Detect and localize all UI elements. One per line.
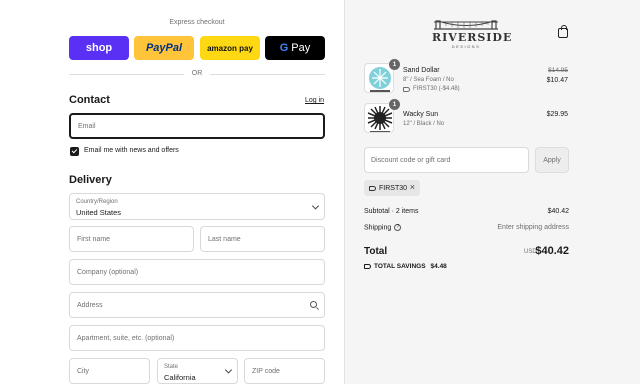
product-name: Sand Dollar bbox=[403, 67, 440, 74]
total-label: Total bbox=[364, 246, 388, 257]
remove-discount-icon[interactable]: × bbox=[410, 182, 415, 192]
company-field[interactable]: Company (optional) bbox=[69, 259, 325, 285]
email-placeholder: Email bbox=[78, 123, 96, 130]
shopping-bag-icon[interactable] bbox=[558, 25, 568, 38]
chevron-down-icon bbox=[311, 201, 320, 210]
newsletter-checkbox[interactable] bbox=[70, 147, 79, 156]
chevron-down-icon bbox=[224, 366, 233, 374]
discount-chip: FIRST30 × bbox=[364, 180, 420, 196]
city-field[interactable]: City bbox=[69, 358, 150, 384]
zip-placeholder: ZIP code bbox=[252, 368, 280, 375]
state-select[interactable]: State California bbox=[157, 358, 238, 384]
product-name: Wacky Sun bbox=[403, 111, 439, 118]
total-value: $40.42 bbox=[535, 245, 569, 257]
discount-code-input[interactable]: Discount code or gift card bbox=[364, 147, 529, 173]
bridge-logo-icon bbox=[434, 20, 498, 30]
tag-icon bbox=[403, 86, 410, 92]
login-link[interactable]: Log in bbox=[305, 97, 324, 104]
product-price: $10.47 bbox=[546, 77, 568, 84]
contact-heading: Contact bbox=[69, 94, 110, 106]
shop-pay-button[interactable]: shop bbox=[69, 36, 129, 60]
delivery-heading: Delivery bbox=[69, 174, 112, 186]
search-icon bbox=[310, 301, 317, 308]
total-savings: TOTAL SAVINGS $4.48 bbox=[364, 263, 447, 270]
tag-icon bbox=[369, 185, 376, 191]
product-discount-text: FIRST30 (-$4.48) bbox=[413, 86, 460, 92]
product-variant: 12" / Black / No bbox=[403, 121, 445, 127]
riverside-designs-logo[interactable]: RIVERSIDE DESIGNS bbox=[432, 18, 513, 49]
address-field[interactable]: Address bbox=[69, 292, 325, 318]
discount-code-label: FIRST30 bbox=[379, 184, 408, 192]
savings-label: TOTAL SAVINGS bbox=[374, 263, 426, 270]
checkout-form-panel: Express checkout shop PayPal amazon pay … bbox=[0, 0, 344, 384]
product-price: $29.95 bbox=[546, 111, 568, 118]
city-placeholder: City bbox=[77, 368, 90, 375]
paypal-button[interactable]: PayPal bbox=[134, 36, 194, 60]
first-name-placeholder: First name bbox=[77, 236, 111, 243]
country-select[interactable]: Country/Region United States bbox=[69, 193, 325, 220]
state-label: State bbox=[164, 364, 179, 370]
brand-name: RIVERSIDE bbox=[432, 31, 513, 44]
quantity-badge: 1 bbox=[389, 59, 400, 70]
brand-subtitle: DESIGNS bbox=[451, 44, 481, 49]
divider bbox=[210, 74, 325, 75]
or-divider-text: OR bbox=[191, 70, 203, 77]
subtotal-label: Subtotal · 2 items bbox=[364, 208, 419, 215]
shipping-value: Enter shipping address bbox=[497, 224, 569, 231]
express-checkout-title: Express checkout bbox=[169, 19, 225, 26]
shipping-label: Shipping bbox=[364, 224, 392, 232]
product-discount: FIRST30 (-$4.48) bbox=[403, 86, 460, 92]
subtotal-value: $40.42 bbox=[547, 208, 569, 215]
product-variant: 8" / Sea Foam / No bbox=[403, 77, 454, 83]
google-g-icon: G bbox=[279, 42, 289, 54]
discount-placeholder: Discount code or gift card bbox=[371, 157, 451, 164]
quantity-badge: 1 bbox=[389, 99, 400, 110]
last-name-placeholder: Last name bbox=[208, 236, 241, 243]
apartment-placeholder: Apartment, suite, etc. (optional) bbox=[77, 335, 175, 342]
amazon-pay-button[interactable]: amazon pay bbox=[200, 36, 260, 60]
company-placeholder: Company (optional) bbox=[77, 269, 139, 276]
google-pay-button[interactable]: G Pay bbox=[265, 36, 325, 60]
shipping-row: Shipping? bbox=[364, 224, 402, 232]
savings-value: $4.48 bbox=[430, 263, 447, 270]
last-name-field[interactable]: Last name bbox=[200, 226, 325, 252]
zip-field[interactable]: ZIP code bbox=[244, 358, 325, 384]
apartment-field[interactable]: Apartment, suite, etc. (optional) bbox=[69, 325, 325, 351]
divider bbox=[69, 74, 184, 75]
address-placeholder: Address bbox=[77, 302, 103, 309]
help-icon[interactable]: ? bbox=[394, 224, 402, 231]
google-pay-label: Pay bbox=[291, 42, 311, 54]
country-value: United States bbox=[76, 208, 122, 217]
original-price: $14.95 bbox=[548, 67, 568, 74]
apply-button[interactable]: Apply bbox=[535, 147, 569, 173]
country-label: Country/Region bbox=[76, 199, 118, 205]
email-field[interactable]: Email bbox=[69, 113, 325, 139]
first-name-field[interactable]: First name bbox=[69, 226, 194, 252]
tag-icon bbox=[364, 264, 371, 269]
newsletter-label: Email me with news and offers bbox=[84, 147, 179, 154]
state-value: California bbox=[164, 373, 196, 382]
